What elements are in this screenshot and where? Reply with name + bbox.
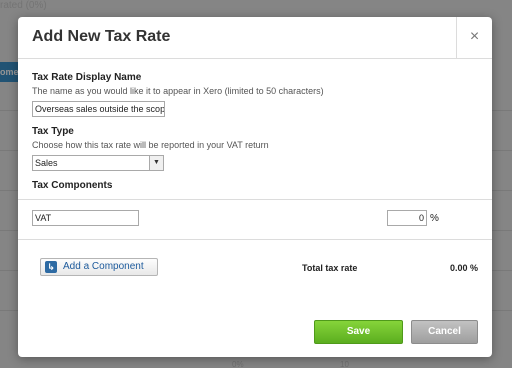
component-rate-input[interactable]: 0 — [387, 210, 427, 226]
add-component-icon: ↳ — [45, 261, 57, 273]
display-name-help: The name as you would like it to appear … — [32, 86, 324, 96]
display-name-input[interactable]: Overseas sales outside the scop — [32, 101, 165, 117]
tax-type-select[interactable]: Sales ▼ — [32, 155, 164, 171]
total-tax-rate-value: 0.00 % — [449, 263, 478, 273]
dialog-header: Add New Tax Rate × — [18, 17, 492, 59]
display-name-label: Tax Rate Display Name — [32, 72, 142, 83]
components-top-divider — [18, 199, 492, 200]
tax-type-label: Tax Type — [32, 126, 74, 137]
chevron-down-icon[interactable]: ▼ — [149, 156, 163, 170]
save-button[interactable]: Save — [314, 320, 403, 344]
components-bottom-divider — [18, 239, 492, 240]
add-tax-rate-dialog: Add New Tax Rate × Tax Rate Display Name… — [18, 17, 492, 357]
total-tax-rate-label: Total tax rate — [302, 263, 358, 273]
percent-sign: % — [430, 213, 439, 224]
close-icon[interactable]: × — [456, 17, 492, 59]
dialog-title: Add New Tax Rate — [32, 28, 171, 45]
add-component-label: Add a Component — [63, 261, 144, 272]
component-name-input[interactable]: VAT — [32, 210, 139, 226]
tax-type-selected: Sales — [35, 158, 58, 168]
cancel-button[interactable]: Cancel — [411, 320, 478, 344]
add-component-button[interactable]: ↳ Add a Component — [40, 258, 158, 276]
tax-components-label: Tax Components — [32, 180, 113, 191]
tax-type-help: Choose how this tax rate will be reporte… — [32, 140, 269, 150]
